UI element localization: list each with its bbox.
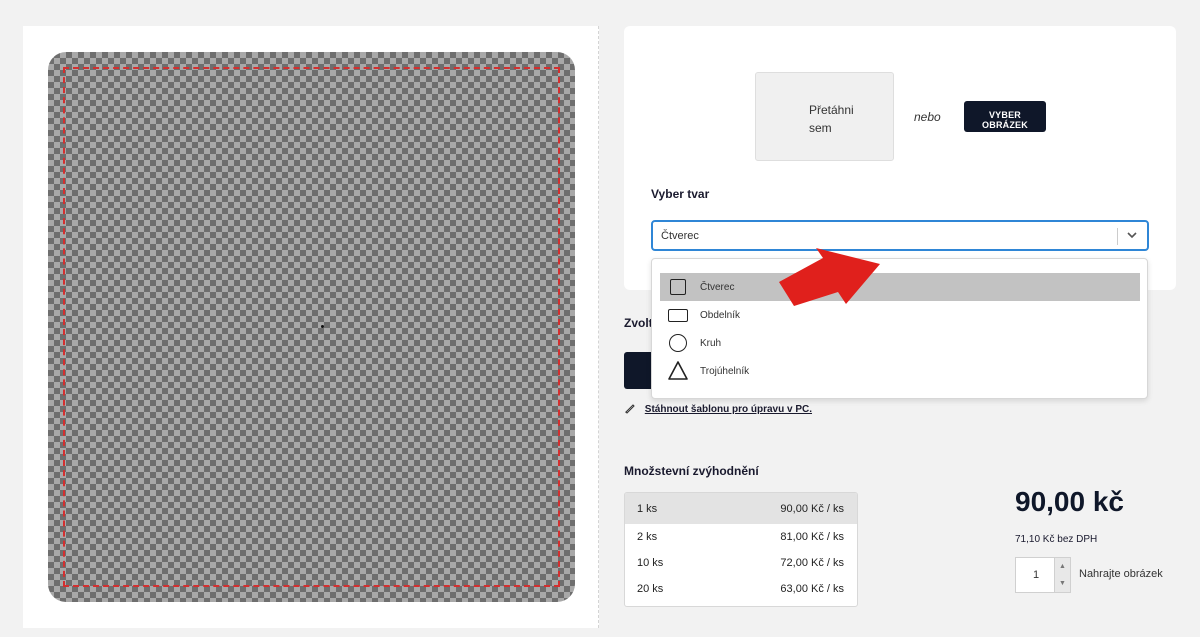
dropdown-option-circle[interactable]: Kruh [660, 329, 1140, 357]
triangle-icon [660, 357, 700, 385]
download-template-link[interactable]: Stáhnout šablonu pro úpravu v PC. [645, 404, 812, 415]
option-label: Obdelník [700, 309, 741, 321]
option-label: Trojúhelník [700, 365, 750, 377]
qty-cell: 1 ks [637, 502, 658, 515]
shape-select-value: Čtverec [661, 230, 699, 242]
table-row[interactable]: 1 ks 90,00 Kč / ks [625, 493, 857, 524]
quantity-discount-title: Množstevní zvýhodnění [624, 464, 759, 478]
upload-hint: Nahrajte obrázek [1079, 568, 1163, 580]
choose-image-label-line1: VYBER [988, 109, 1021, 120]
qty-cell: 2 ks [637, 531, 658, 543]
choose-image-label-line2: OBRÁZEK [982, 119, 1028, 130]
design-canvas-panel [23, 26, 599, 628]
increment-icon[interactable]: ▲ [1055, 558, 1070, 575]
quantity-value[interactable]: 1 [1033, 569, 1039, 581]
dropzone-text-line2: sem [809, 121, 832, 135]
price-cell: 72,00 Kč / ks [780, 557, 844, 569]
circle-icon [660, 329, 700, 357]
select-separator [1117, 228, 1118, 245]
chevron-down-icon[interactable] [1126, 228, 1138, 242]
decrement-icon[interactable]: ▼ [1055, 575, 1070, 592]
shape-label: Vyber tvar [651, 187, 710, 201]
image-dropzone[interactable]: Přetáhni sem [755, 72, 894, 161]
price-without-vat: 71,10 Kč bez DPH [1015, 534, 1098, 545]
option-label: Kruh [700, 337, 722, 349]
price-cell: 90,00 Kč / ks [780, 502, 844, 515]
product-price: 90,00 kč [1015, 486, 1124, 517]
template-download[interactable]: Stáhnout šablonu pro úpravu v PC. [624, 402, 812, 417]
qty-cell: 10 ks [637, 557, 664, 569]
safe-zone-border [63, 67, 560, 587]
dropzone-text-line1: Přetáhni [809, 103, 854, 117]
stepper-buttons: ▲ ▼ [1054, 558, 1070, 592]
option-label: Čtverec [700, 281, 735, 293]
or-text: nebo [914, 110, 941, 124]
dropdown-option-square[interactable]: Čtverec [660, 273, 1140, 301]
table-row[interactable]: 2 ks 81,00 Kč / ks [625, 524, 857, 550]
quantity-discount-table: 1 ks 90,00 Kč / ks 2 ks 81,00 Kč / ks 10… [624, 492, 858, 607]
price-cell: 81,00 Kč / ks [780, 531, 844, 543]
dropdown-option-triangle[interactable]: Trojúhelník [660, 357, 1140, 385]
table-row[interactable]: 20 ks 63,00 Kč / ks [625, 576, 857, 602]
shape-select[interactable]: Čtverec [651, 220, 1149, 251]
upload-card: Přetáhni sem nebo VYBER OBRÁZEK Vyber tv… [624, 26, 1176, 290]
quantity-stepper[interactable]: 1 ▲ ▼ [1015, 557, 1071, 593]
shape-dropdown-menu: Čtverec Obdelník Kruh Trojúhelník [651, 258, 1148, 399]
red-arrow-annotation [779, 248, 880, 306]
table-row[interactable]: 10 ks 72,00 Kč / ks [625, 550, 857, 576]
price-cell: 63,00 Kč / ks [780, 583, 844, 595]
section-heading-partial: Zvolt [624, 316, 653, 330]
dropdown-option-rectangle[interactable]: Obdelník [660, 301, 1140, 329]
pencil-icon [624, 402, 638, 417]
choose-image-button[interactable]: VYBER OBRÁZEK [964, 101, 1046, 132]
square-icon [660, 273, 700, 301]
qty-cell: 20 ks [637, 583, 664, 595]
transparent-canvas[interactable] [48, 52, 575, 602]
canvas-center-dot [321, 325, 324, 328]
rectangle-icon [660, 301, 700, 329]
